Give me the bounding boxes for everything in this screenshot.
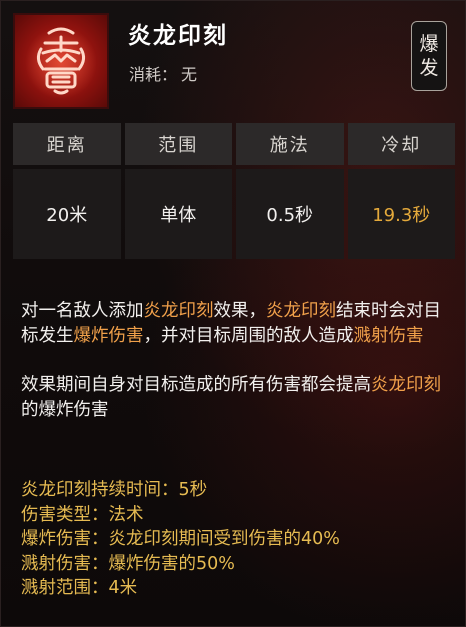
property-value: 5秒 bbox=[178, 480, 208, 500]
cost-label: 消耗： bbox=[129, 65, 178, 84]
burst-tag-badge: 爆 发 bbox=[411, 21, 447, 91]
skill-description: 对一名敌人添加炎龙印刻效果，炎龙印刻结束时会对目标发生爆炸伤害，并对目标周围的敌… bbox=[21, 299, 451, 423]
stat-label: 范围 bbox=[124, 123, 232, 165]
property-row: 溅射范围：4米 bbox=[21, 576, 451, 601]
property-value: 法术 bbox=[108, 504, 144, 525]
skill-properties: 炎龙印刻持续时间：5秒 伤害类型：法术 爆炸伤害：炎龙印刻期间受到伤害的40% … bbox=[21, 478, 451, 601]
property-value: 炎龙印刻期间受到伤害的40% bbox=[108, 529, 340, 549]
description-paragraph-1: 对一名敌人添加炎龙印刻效果，炎龙印刻结束时会对目标发生爆炸伤害，并对目标周围的敌… bbox=[21, 299, 451, 349]
property-row: 炎龙印刻持续时间：5秒 bbox=[21, 478, 451, 503]
property-label: 溅射伤害： bbox=[21, 553, 109, 574]
desc-highlight: 爆炸伤害 bbox=[73, 326, 144, 346]
stat-range: 范围 单体 bbox=[124, 123, 232, 261]
desc-text: 效果期间自身对目标造成的所有伤害都会提高 bbox=[21, 375, 371, 395]
property-label: 伤害类型： bbox=[21, 504, 109, 525]
property-label: 爆炸伤害： bbox=[21, 529, 109, 549]
desc-text: 对一名敌人添加 bbox=[21, 301, 144, 321]
property-row: 伤害类型：法术 bbox=[21, 503, 451, 528]
desc-highlight: 炎龙印刻 bbox=[371, 375, 441, 395]
stat-cast: 施法 0.5秒 bbox=[236, 123, 344, 261]
stat-value: 19.3秒 bbox=[347, 169, 455, 259]
stat-value: 20米 bbox=[13, 169, 121, 259]
property-label: 溅射范围： bbox=[21, 578, 109, 598]
desc-text: 的爆炸伤害 bbox=[21, 400, 109, 420]
stat-value: 0.5秒 bbox=[236, 169, 344, 259]
stats-table: 距离 20米 范围 单体 施法 0.5秒 冷却 19.3秒 bbox=[13, 123, 455, 261]
tag-char-1: 爆 bbox=[419, 33, 439, 55]
desc-text: ，并对目标周围的敌人造成 bbox=[143, 326, 354, 346]
property-value: 4米 bbox=[108, 578, 138, 598]
stat-distance: 距离 20米 bbox=[13, 123, 121, 261]
property-row: 爆炸伤害：炎龙印刻期间受到伤害的40% bbox=[21, 527, 451, 552]
skill-name: 炎龙印刻 bbox=[128, 23, 228, 49]
tag-char-2: 发 bbox=[419, 57, 439, 79]
desc-highlight: 炎龙印刻 bbox=[266, 301, 336, 321]
stat-label: 距离 bbox=[13, 123, 121, 165]
property-row: 溅射伤害：爆炸伤害的50% bbox=[21, 552, 451, 577]
cost-value: 无 bbox=[181, 65, 198, 84]
desc-highlight: 炎龙印刻 bbox=[143, 301, 214, 321]
stat-value: 单体 bbox=[124, 169, 232, 259]
fire-dragon-seal-icon bbox=[13, 13, 109, 109]
skill-cost: 消耗：无 bbox=[129, 61, 201, 85]
property-value: 爆炸伤害的50% bbox=[108, 553, 235, 574]
stat-label: 施法 bbox=[236, 123, 344, 165]
description-paragraph-2: 效果期间自身对目标造成的所有伤害都会提高炎龙印刻的爆炸伤害 bbox=[21, 373, 451, 423]
stat-label: 冷却 bbox=[347, 123, 455, 165]
desc-highlight: 溅射伤害 bbox=[353, 326, 424, 346]
desc-text: 效果， bbox=[213, 301, 267, 321]
stat-cooldown: 冷却 19.3秒 bbox=[347, 123, 455, 261]
property-label: 炎龙印刻持续时间： bbox=[21, 480, 179, 500]
skill-tooltip: 炎龙印刻 消耗：无 爆 发 距离 20米 范围 单体 施法 0.5秒 冷却 19… bbox=[0, 0, 466, 627]
